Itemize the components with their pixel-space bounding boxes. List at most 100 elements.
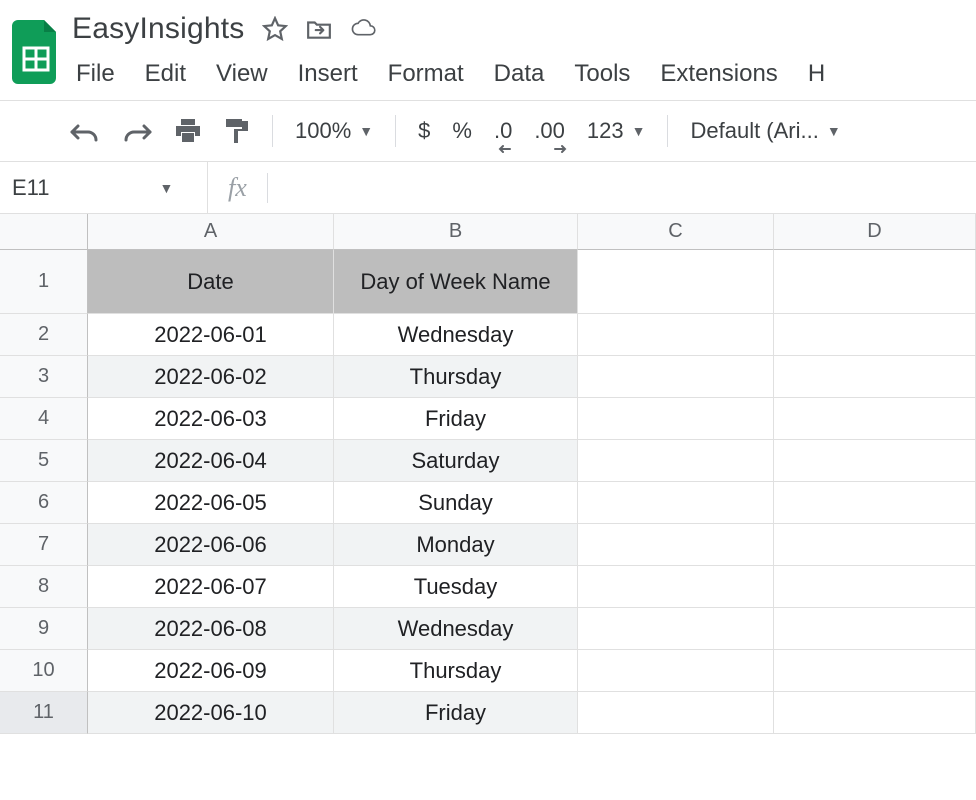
cell[interactable]: 2022-06-09 <box>88 650 334 692</box>
cell[interactable]: Wednesday <box>334 314 578 356</box>
paint-format-button[interactable] <box>224 117 250 145</box>
chevron-down-icon: ▼ <box>632 123 646 139</box>
row-head[interactable]: 11 <box>0 692 88 734</box>
cell[interactable]: Date <box>88 250 334 314</box>
sheets-app-icon[interactable] <box>0 12 72 84</box>
row-head[interactable]: 6 <box>0 482 88 524</box>
row-head[interactable]: 5 <box>0 440 88 482</box>
cell[interactable]: 2022-06-07 <box>88 566 334 608</box>
zoom-value: 100% <box>295 118 351 144</box>
undo-button[interactable] <box>70 120 100 142</box>
menu-insert[interactable]: Insert <box>298 60 358 88</box>
menu-format[interactable]: Format <box>388 60 464 88</box>
menu-tools[interactable]: Tools <box>574 60 630 88</box>
cell[interactable]: 2022-06-10 <box>88 692 334 734</box>
row-head[interactable]: 9 <box>0 608 88 650</box>
row-head[interactable]: 8 <box>0 566 88 608</box>
more-formats-label: 123 <box>587 118 624 144</box>
redo-button[interactable] <box>122 120 152 142</box>
menu-edit[interactable]: Edit <box>145 60 186 88</box>
cell[interactable]: Thursday <box>334 650 578 692</box>
menu-view[interactable]: View <box>216 60 268 88</box>
spreadsheet-grid[interactable]: A B C D 1 Date Day of Week Name 2 2022-0… <box>0 214 976 734</box>
font-dropdown[interactable]: Default (Ari... ▼ <box>690 118 840 144</box>
cell[interactable] <box>578 482 774 524</box>
menu-bar: File Edit View Insert Format Data Tools … <box>72 48 976 100</box>
cell[interactable] <box>578 608 774 650</box>
cell[interactable]: 2022-06-03 <box>88 398 334 440</box>
star-icon[interactable] <box>262 16 288 42</box>
formula-input[interactable] <box>268 162 976 213</box>
chevron-down-icon: ▼ <box>359 123 373 139</box>
cell[interactable]: 2022-06-01 <box>88 314 334 356</box>
document-title[interactable]: EasyInsights <box>72 12 244 46</box>
col-head-d[interactable]: D <box>774 214 976 250</box>
cell[interactable] <box>774 524 976 566</box>
col-head-a[interactable]: A <box>88 214 334 250</box>
move-to-folder-icon[interactable] <box>306 16 332 42</box>
zoom-dropdown[interactable]: 100% ▼ <box>295 118 373 144</box>
print-button[interactable] <box>174 118 202 144</box>
cell[interactable] <box>578 524 774 566</box>
cell[interactable] <box>774 398 976 440</box>
cell[interactable]: Saturday <box>334 440 578 482</box>
row-head[interactable]: 3 <box>0 356 88 398</box>
cell[interactable] <box>774 482 976 524</box>
header: EasyInsights File Edit Vie <box>0 0 976 100</box>
cell[interactable]: Day of Week Name <box>334 250 578 314</box>
decrease-decimal-button[interactable]: .0 <box>494 118 512 144</box>
currency-format-button[interactable]: $ <box>418 118 430 144</box>
col-head-c[interactable]: C <box>578 214 774 250</box>
menu-data[interactable]: Data <box>494 60 545 88</box>
menu-file[interactable]: File <box>76 60 115 88</box>
cell[interactable]: Tuesday <box>334 566 578 608</box>
cell[interactable]: 2022-06-08 <box>88 608 334 650</box>
more-formats-dropdown[interactable]: 123 ▼ <box>587 118 646 144</box>
cell[interactable] <box>578 356 774 398</box>
chevron-down-icon: ▼ <box>827 123 841 139</box>
formula-bar-row: E11 ▼ fx <box>0 162 976 214</box>
cell[interactable] <box>578 314 774 356</box>
chevron-down-icon: ▼ <box>160 180 174 196</box>
row-head[interactable]: 7 <box>0 524 88 566</box>
row-head[interactable]: 4 <box>0 398 88 440</box>
menu-extensions[interactable]: Extensions <box>660 60 777 88</box>
cell[interactable]: Friday <box>334 398 578 440</box>
font-name: Default (Ari... <box>690 118 818 144</box>
cell[interactable] <box>774 608 976 650</box>
cell[interactable] <box>774 250 976 314</box>
row-head[interactable]: 2 <box>0 314 88 356</box>
cell[interactable] <box>578 566 774 608</box>
name-box[interactable]: E11 ▼ <box>0 162 208 213</box>
cell[interactable] <box>774 650 976 692</box>
cell[interactable]: 2022-06-02 <box>88 356 334 398</box>
increase-decimal-button[interactable]: .00 <box>534 118 565 144</box>
cell[interactable]: Thursday <box>334 356 578 398</box>
cell[interactable] <box>578 692 774 734</box>
cell[interactable] <box>578 250 774 314</box>
row-head[interactable]: 1 <box>0 250 88 314</box>
cell[interactable] <box>578 398 774 440</box>
fx-icon: fx <box>208 173 267 203</box>
toolbar: 100% ▼ $ % .0 .00 123 ▼ Default (Ari... … <box>0 101 976 161</box>
menu-help[interactable]: H <box>808 60 825 88</box>
row-head[interactable]: 10 <box>0 650 88 692</box>
cell[interactable]: 2022-06-06 <box>88 524 334 566</box>
cell[interactable]: 2022-06-04 <box>88 440 334 482</box>
cell[interactable] <box>774 566 976 608</box>
cell[interactable] <box>774 692 976 734</box>
cell[interactable]: Friday <box>334 692 578 734</box>
cell[interactable]: Monday <box>334 524 578 566</box>
percent-format-button[interactable]: % <box>452 118 472 144</box>
cell[interactable] <box>578 650 774 692</box>
cell[interactable]: Wednesday <box>334 608 578 650</box>
col-head-b[interactable]: B <box>334 214 578 250</box>
cell[interactable]: Sunday <box>334 482 578 524</box>
cell[interactable] <box>774 314 976 356</box>
cell[interactable] <box>774 356 976 398</box>
cell[interactable] <box>774 440 976 482</box>
select-all-corner[interactable] <box>0 214 88 250</box>
cloud-status-icon[interactable] <box>350 16 376 42</box>
cell[interactable] <box>578 440 774 482</box>
cell[interactable]: 2022-06-05 <box>88 482 334 524</box>
